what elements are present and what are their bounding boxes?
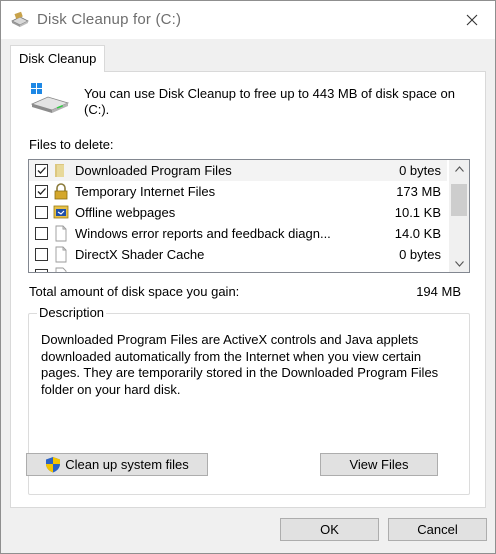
ok-button[interactable]: OK <box>280 518 379 541</box>
window-title: Disk Cleanup for (C:) <box>37 11 182 28</box>
total-space-value: 194 MB <box>416 284 461 299</box>
checkbox-partial[interactable] <box>35 269 48 272</box>
item-size: 0 bytes <box>399 247 441 262</box>
folder-icon <box>55 164 64 177</box>
list-item[interactable]: Temporary Internet Files 173 MB <box>29 181 447 202</box>
intro-text: You can use Disk Cleanup to free up to 4… <box>84 86 455 117</box>
vertical-scrollbar[interactable] <box>449 160 469 272</box>
lock-icon <box>54 183 68 200</box>
chevron-down-icon <box>454 260 464 267</box>
view-files-button[interactable]: View Files <box>320 453 438 476</box>
clean-up-system-files-label: Clean up system files <box>65 457 189 472</box>
checkmark-icon <box>37 188 46 195</box>
item-name: Windows error reports and feedback diagn… <box>75 226 331 241</box>
checkmark-icon <box>37 167 46 174</box>
item-name: Temporary Internet Files <box>75 184 216 199</box>
item-name: Offline webpages <box>75 205 176 220</box>
list-item[interactable]: Windows error reports and feedback diagn… <box>29 223 447 244</box>
item-size: 14.0 KB <box>394 226 441 241</box>
scroll-up-button[interactable] <box>449 160 469 177</box>
list-item-partial[interactable] <box>29 265 447 272</box>
checkbox-windows-error-reports[interactable] <box>35 227 48 240</box>
description-text: Downloaded Program Files are ActiveX con… <box>41 332 439 397</box>
checkbox-directx-shader-cache[interactable] <box>35 248 48 261</box>
list-item[interactable]: Downloaded Program Files 0 bytes <box>29 160 447 181</box>
disk-cleanup-app-icon <box>11 11 29 27</box>
list-item[interactable]: Offline webpages 10.1 KB <box>29 202 447 223</box>
disk-cleanup-window: Disk Cleanup for (C:) Disk Cleanup You c… <box>0 0 496 554</box>
item-size: 173 MB <box>396 184 441 199</box>
files-to-delete-label: Files to delete: <box>29 137 114 152</box>
item-name: DirectX Shader Cache <box>75 247 205 262</box>
scroll-down-button[interactable] <box>449 255 469 272</box>
list-item[interactable]: DirectX Shader Cache 0 bytes <box>29 244 447 265</box>
drive-icon <box>30 83 70 113</box>
title-bar[interactable]: Disk Cleanup for (C:) <box>1 1 495 39</box>
file-icon <box>55 246 67 263</box>
total-space-label: Total amount of disk space you gain: <box>29 284 240 299</box>
close-icon <box>466 14 478 26</box>
checkbox-downloaded-program-files[interactable] <box>35 164 48 177</box>
clean-up-system-files-button[interactable]: Clean up system files <box>26 453 208 476</box>
checkbox-temporary-internet-files[interactable] <box>35 185 48 198</box>
offline-webpage-icon <box>53 205 69 219</box>
close-button[interactable] <box>449 1 495 39</box>
file-icon <box>55 267 67 272</box>
scroll-thumb[interactable] <box>451 184 467 216</box>
disk-cleanup-panel: You can use Disk Cleanup to free up to 4… <box>10 71 486 508</box>
checkbox-offline-webpages[interactable] <box>35 206 48 219</box>
uac-shield-icon <box>46 457 61 473</box>
item-size: 0 bytes <box>399 163 441 178</box>
files-to-delete-list[interactable]: Downloaded Program Files 0 bytes Tempora… <box>28 159 470 273</box>
file-icon <box>55 225 67 242</box>
tab-disk-cleanup[interactable]: Disk Cleanup <box>10 45 106 72</box>
item-size: 10.1 KB <box>394 205 441 220</box>
item-name: Downloaded Program Files <box>75 163 232 178</box>
cancel-button[interactable]: Cancel <box>388 518 487 541</box>
description-legend: Description <box>37 305 107 320</box>
chevron-up-icon <box>454 165 464 172</box>
